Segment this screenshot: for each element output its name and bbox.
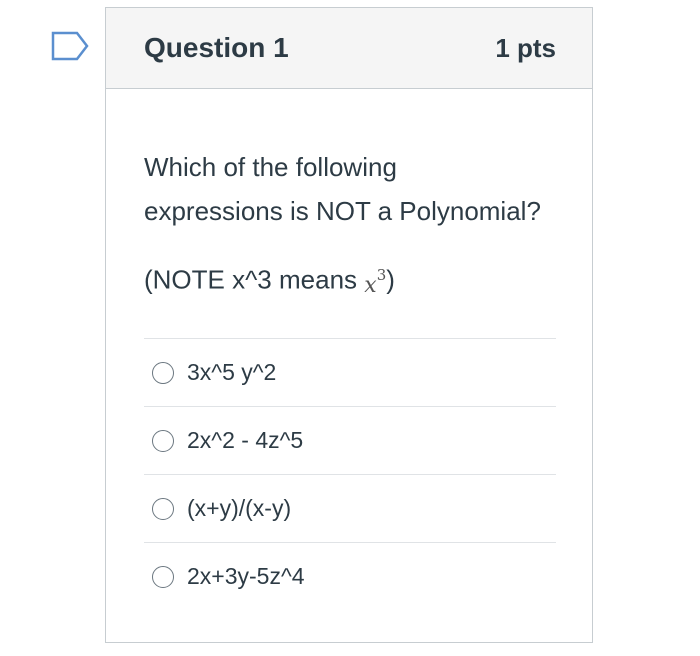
radio-button[interactable]: [152, 361, 174, 384]
radio-button[interactable]: [152, 497, 174, 520]
question-text: Which of the following expressions is NO…: [144, 145, 556, 304]
radio-button[interactable]: [152, 429, 174, 452]
answer-label: 2x^2 - 4z^5: [187, 427, 304, 454]
answer-option[interactable]: (x+y)/(x-y): [144, 475, 556, 544]
math-base: x: [364, 273, 377, 299]
math-expression: x3: [364, 266, 386, 299]
note-prefix: (NOTE x^3 means: [144, 264, 365, 295]
answer-label: 2x+3y-5z^4: [187, 563, 305, 590]
question-card: Question 1 1 pts Which of the following …: [105, 7, 593, 643]
question-header: Question 1 1 pts: [106, 8, 592, 89]
answer-option[interactable]: 3x^5 y^2: [144, 339, 556, 408]
note-suffix: ): [386, 264, 395, 295]
question-text-line: expressions is NOT a Polynomial?: [144, 196, 541, 226]
question-text-line: Which of the following: [144, 152, 397, 182]
math-exponent: 3: [376, 266, 387, 284]
question-body: Which of the following expressions is NO…: [106, 89, 592, 610]
answer-option[interactable]: 2x^2 - 4z^5: [144, 407, 556, 476]
flag-question-icon[interactable]: [51, 31, 89, 61]
answer-label: (x+y)/(x-y): [187, 495, 292, 522]
radio-button[interactable]: [152, 565, 174, 588]
question-points: 1 pts: [495, 32, 556, 63]
answer-list: 3x^5 y^2 2x^2 - 4z^5 (x+y)/(x-y) 2x+3y-5…: [144, 338, 556, 610]
question-title: Question 1: [144, 32, 289, 63]
answer-option[interactable]: 2x+3y-5z^4: [144, 543, 556, 610]
answer-label: 3x^5 y^2: [187, 359, 277, 386]
question-note: (NOTE x^3 means x3): [144, 253, 556, 304]
